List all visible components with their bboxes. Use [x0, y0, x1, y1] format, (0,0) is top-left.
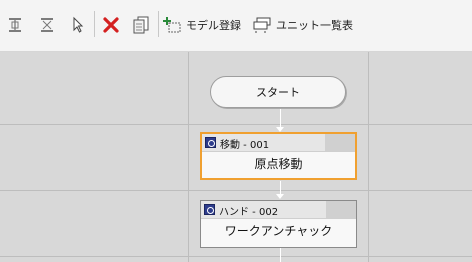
select-pointer-button[interactable] [64, 10, 90, 40]
model-register-label: モデル登録 [186, 19, 241, 32]
grid-line [188, 52, 189, 262]
align-top-button[interactable] [2, 10, 28, 40]
delete-button[interactable] [98, 10, 124, 40]
flow-block[interactable]: 移動 - 001 原点移動 [200, 132, 357, 180]
grid-line [0, 256, 472, 257]
toolbar: モデル登録 ユニット一覧表 [0, 0, 472, 52]
toolbar-separator [94, 11, 95, 37]
grid-line [0, 190, 472, 191]
align-x-icon [41, 18, 53, 32]
model-add-icon [163, 17, 181, 33]
connector-line [280, 248, 281, 262]
block-type-icon [205, 137, 216, 148]
unit-list-label: ユニット一覧表 [276, 19, 353, 32]
block-header-tab [325, 134, 355, 151]
flow-canvas[interactable]: スタート 移動 - 001 原点移動 ハンド - 002 ワークアンチャック [0, 52, 472, 262]
grid-line [368, 52, 369, 262]
align-top-icon [9, 18, 21, 32]
block-type-icon [204, 204, 215, 215]
block-name: 原点移動 [254, 157, 303, 171]
copy-button[interactable] [128, 10, 154, 40]
toolbar-separator [158, 11, 159, 37]
block-category: ハンド - 002 [219, 207, 279, 218]
block-category: 移動 - 001 [220, 140, 270, 151]
block-header: ハンド - 002 [201, 201, 356, 219]
unit-list-button[interactable]: ユニット一覧表 [252, 10, 362, 40]
copy-icon [133, 16, 149, 34]
model-register-button[interactable]: モデル登録 [162, 10, 242, 40]
start-label: スタート [256, 86, 300, 99]
grid-line [0, 124, 472, 125]
unit-list-icon [253, 17, 271, 33]
delete-icon [103, 17, 119, 33]
block-header-tab [326, 201, 356, 218]
start-node[interactable]: スタート [210, 76, 346, 108]
connector-arrow [276, 194, 284, 199]
align-bottom-button[interactable] [34, 10, 60, 40]
block-name: ワークアンチャック [224, 224, 333, 238]
block-header: 移動 - 001 [202, 134, 355, 152]
pointer-icon [73, 16, 84, 33]
flow-block[interactable]: ハンド - 002 ワークアンチャック [200, 200, 357, 248]
